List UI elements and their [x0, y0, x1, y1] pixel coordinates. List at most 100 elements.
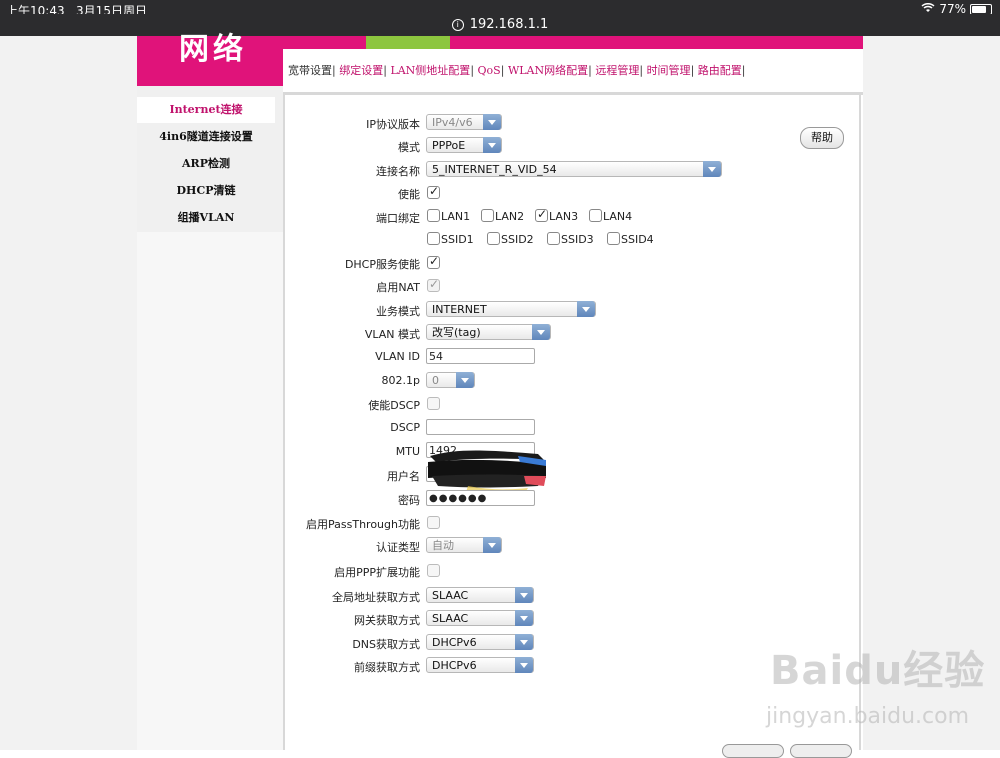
connection-name-label: 连接名称: [376, 165, 420, 178]
watermark-url: jingyan.baidu.com: [766, 704, 970, 729]
password-input[interactable]: ●●●●●●: [426, 490, 535, 506]
chevron-down-icon: [483, 537, 501, 553]
ssid1-checkbox[interactable]: [427, 232, 440, 245]
lan2-label: LAN2: [495, 210, 525, 223]
prefix-value: DHCPv6: [432, 659, 477, 672]
sidebar-item-4in6[interactable]: 4in6隧道连接设置: [137, 124, 275, 150]
address-bar[interactable]: i 192.168.1.1: [0, 14, 1000, 36]
ppp-ext-checkbox[interactable]: [427, 564, 440, 577]
subnav-item-broadband[interactable]: 宽带设置: [288, 64, 332, 77]
gateway-label: 网关获取方式: [354, 614, 420, 627]
chevron-down-icon: [577, 301, 595, 317]
lan4-label: LAN4: [603, 210, 633, 223]
vlan-mode-select[interactable]: 改写(tag): [426, 324, 551, 340]
subnav-item-lan[interactable]: LAN侧地址配置: [390, 64, 470, 77]
password-label: 密码: [398, 494, 420, 507]
bottom-button-right[interactable]: [790, 744, 852, 758]
brand-block: 网络: [137, 32, 283, 86]
chevron-down-icon: [483, 114, 501, 130]
battery-icon: [970, 3, 992, 15]
ssid2-checkbox[interactable]: [487, 232, 500, 245]
bottom-button-left[interactable]: [722, 744, 784, 758]
dhcp-service-label: DHCP服务使能: [344, 258, 420, 271]
lan1-checkbox[interactable]: [427, 209, 440, 222]
subnav-item-wlan[interactable]: WLAN网络配置: [508, 64, 588, 77]
ssid3-checkbox[interactable]: [547, 232, 560, 245]
sidebar-item-internet[interactable]: Internet连接: [137, 97, 275, 123]
ssid4-checkbox[interactable]: [607, 232, 620, 245]
global-addr-select[interactable]: SLAAC: [426, 587, 534, 603]
auth-type-select[interactable]: 自动: [426, 537, 502, 553]
subnav-item-route[interactable]: 路由配置: [698, 64, 742, 77]
dscp-input[interactable]: [426, 419, 535, 435]
prefix-label: 前缀获取方式: [354, 661, 420, 674]
subnav-sep: |: [741, 64, 746, 77]
content-divider: [283, 92, 863, 95]
ip-version-label: IP协议版本: [366, 118, 420, 131]
mode-label: 模式: [398, 141, 420, 154]
subnav-sep: |: [690, 64, 695, 77]
enable-checkbox[interactable]: [427, 184, 440, 199]
mode-select[interactable]: PPPoE: [426, 137, 502, 153]
subnav-item-qos[interactable]: QoS: [478, 64, 501, 77]
passthrough-label: 启用PassThrough功能: [306, 518, 420, 531]
top-menu-bar: [283, 36, 863, 49]
sub-navigation: 宽带设置| 绑定设置| LAN侧地址配置| QoS| WLAN网络配置| 远程管…: [288, 62, 746, 78]
vlan-id-label: VLAN ID: [375, 350, 420, 363]
info-icon[interactable]: i: [451, 19, 464, 31]
redaction-scribble: [428, 450, 546, 495]
service-mode-value: INTERNET: [432, 303, 487, 316]
lan2-checkbox[interactable]: [481, 209, 494, 222]
subnav-sep: |: [639, 64, 644, 77]
ssid1-label: SSID1: [441, 233, 474, 246]
sidebar-lower: [137, 232, 283, 750]
subnav-sep: |: [383, 64, 387, 77]
ssid3-label: SSID3: [561, 233, 594, 246]
passthrough-checkbox[interactable]: [427, 516, 440, 529]
dhcp-service-checkbox[interactable]: [427, 254, 440, 269]
sidebar-item-multicast-vlan[interactable]: 组播VLAN: [137, 205, 275, 231]
ppp-ext-label: 启用PPP扩展功能: [334, 566, 420, 579]
service-mode-select[interactable]: INTERNET: [426, 301, 596, 317]
dot1p-select[interactable]: 0: [426, 372, 475, 388]
chevron-down-icon: [515, 610, 533, 626]
dot1p-label: 802.1p: [381, 374, 420, 387]
connection-name-select[interactable]: 5_INTERNET_R_VID_54: [426, 161, 722, 177]
username-label: 用户名: [387, 470, 420, 483]
subnav-item-remote[interactable]: 远程管理: [595, 64, 639, 77]
sidebar-item-dhcp[interactable]: DHCP清链: [137, 178, 275, 204]
gateway-select[interactable]: SLAAC: [426, 610, 534, 626]
nat-checkbox[interactable]: [427, 277, 440, 292]
nat-label: 启用NAT: [376, 281, 420, 294]
lan3-checkbox[interactable]: [535, 207, 548, 222]
enable-dscp-checkbox[interactable]: [427, 397, 440, 410]
port-binding-label: 端口绑定: [376, 212, 420, 225]
dns-value: DHCPv6: [432, 636, 477, 649]
auth-type-value: 自动: [432, 539, 454, 552]
dscp-label: DSCP: [390, 421, 420, 434]
top-menu-active-tab[interactable]: [366, 36, 450, 49]
chevron-down-icon: [456, 372, 474, 388]
lan3-label: LAN3: [549, 210, 579, 223]
dns-select[interactable]: DHCPv6: [426, 634, 534, 650]
ssid2-label: SSID2: [501, 233, 534, 246]
sidebar-item-arp[interactable]: ARP检测: [137, 151, 275, 177]
help-button[interactable]: 帮助: [800, 127, 844, 149]
global-addr-value: SLAAC: [432, 589, 469, 602]
subnav-item-binding[interactable]: 绑定设置: [339, 64, 383, 77]
address-text: 192.168.1.1: [469, 17, 549, 32]
chevron-down-icon: [532, 324, 550, 340]
auth-type-label: 认证类型: [376, 541, 420, 554]
subnav-sep: |: [500, 64, 505, 77]
mode-value: PPPoE: [432, 139, 466, 152]
left-margin: [0, 36, 137, 750]
ip-version-value: IPv4/v6: [432, 116, 473, 129]
chevron-down-icon: [515, 634, 533, 650]
subnav-item-time[interactable]: 时间管理: [647, 64, 691, 77]
prefix-select[interactable]: DHCPv6: [426, 657, 534, 673]
vlan-id-input[interactable]: 54: [426, 348, 535, 364]
gateway-value: SLAAC: [432, 612, 469, 625]
ip-version-select[interactable]: IPv4/v6: [426, 114, 502, 130]
global-addr-label: 全局地址获取方式: [332, 591, 420, 604]
lan4-checkbox[interactable]: [589, 209, 602, 222]
